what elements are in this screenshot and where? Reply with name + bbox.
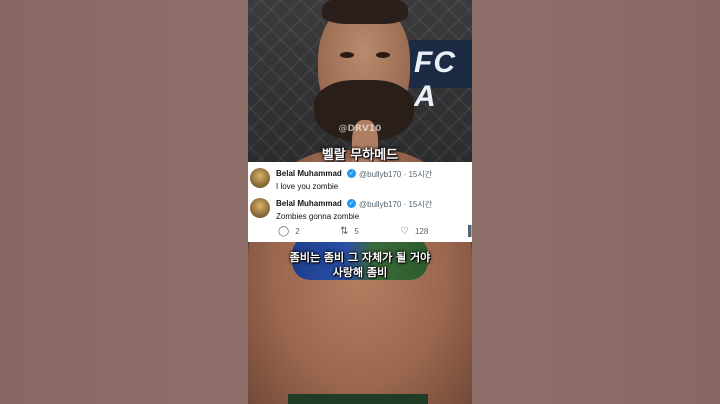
tweet-text: I love you zombie	[276, 182, 339, 191]
fighter-hair	[322, 0, 408, 24]
avatar[interactable]	[250, 198, 270, 218]
left-blur-panel	[0, 0, 248, 404]
views-icon: ▌	[468, 226, 472, 237]
tweet-author-handle: @bullyb170 · 15시간	[359, 200, 433, 209]
right-blur-panel	[472, 0, 720, 404]
arena-banner-text: FC A	[414, 46, 456, 113]
video-frame[interactable]: FC A @DRV10 벨랄 무하메드 Belal Muhammad ✓ @bu…	[248, 0, 472, 404]
views-button[interactable]: ▌	[468, 226, 472, 237]
tweet-author-handle: @bullyb170 · 15시간	[359, 170, 433, 179]
retweet-button[interactable]: ⇅ 5	[340, 226, 359, 237]
tweet-item[interactable]: Belal Muhammad ✓ @bullyb170 · 15시간 Zombi…	[248, 196, 472, 224]
like-button[interactable]: ♡ 128	[400, 226, 428, 237]
tweet-item[interactable]: Belal Muhammad ✓ @bullyb170 · 15시간 I lov…	[248, 166, 472, 194]
fighter-eye-right	[376, 52, 390, 58]
avatar[interactable]	[250, 168, 270, 188]
heart-icon: ♡	[400, 226, 409, 237]
channel-watermark: @DRV10	[338, 124, 382, 134]
tweet-actions: ◯ 2 ⇅ 5 ♡ 128 ▌	[248, 226, 472, 240]
fighter-eye-left	[340, 52, 354, 58]
tweet-card: Belal Muhammad ✓ @bullyb170 · 15시간 I lov…	[248, 162, 472, 242]
fighter-shorts	[288, 394, 428, 404]
retweet-count: 5	[354, 227, 359, 236]
verified-badge-icon: ✓	[347, 169, 356, 178]
tweet-author-name[interactable]: Belal Muhammad	[276, 169, 342, 178]
subtitle-line-2: 사랑해 좀비	[332, 266, 388, 279]
subtitle-line-1: 좀비는 좀비 그 자체가 될 거야	[289, 251, 431, 264]
reply-button[interactable]: ◯ 2	[278, 226, 300, 237]
verified-badge-icon: ✓	[347, 199, 356, 208]
retweet-icon: ⇅	[340, 226, 349, 237]
like-count: 128	[414, 227, 429, 236]
tweet-author-name[interactable]: Belal Muhammad	[276, 199, 342, 208]
tweet-text: Zombies gonna zombie	[276, 212, 360, 221]
video-title-caption: 벨랄 무하메드	[321, 148, 399, 163]
reply-icon: ◯	[278, 226, 290, 237]
reply-count: 2	[295, 227, 300, 236]
